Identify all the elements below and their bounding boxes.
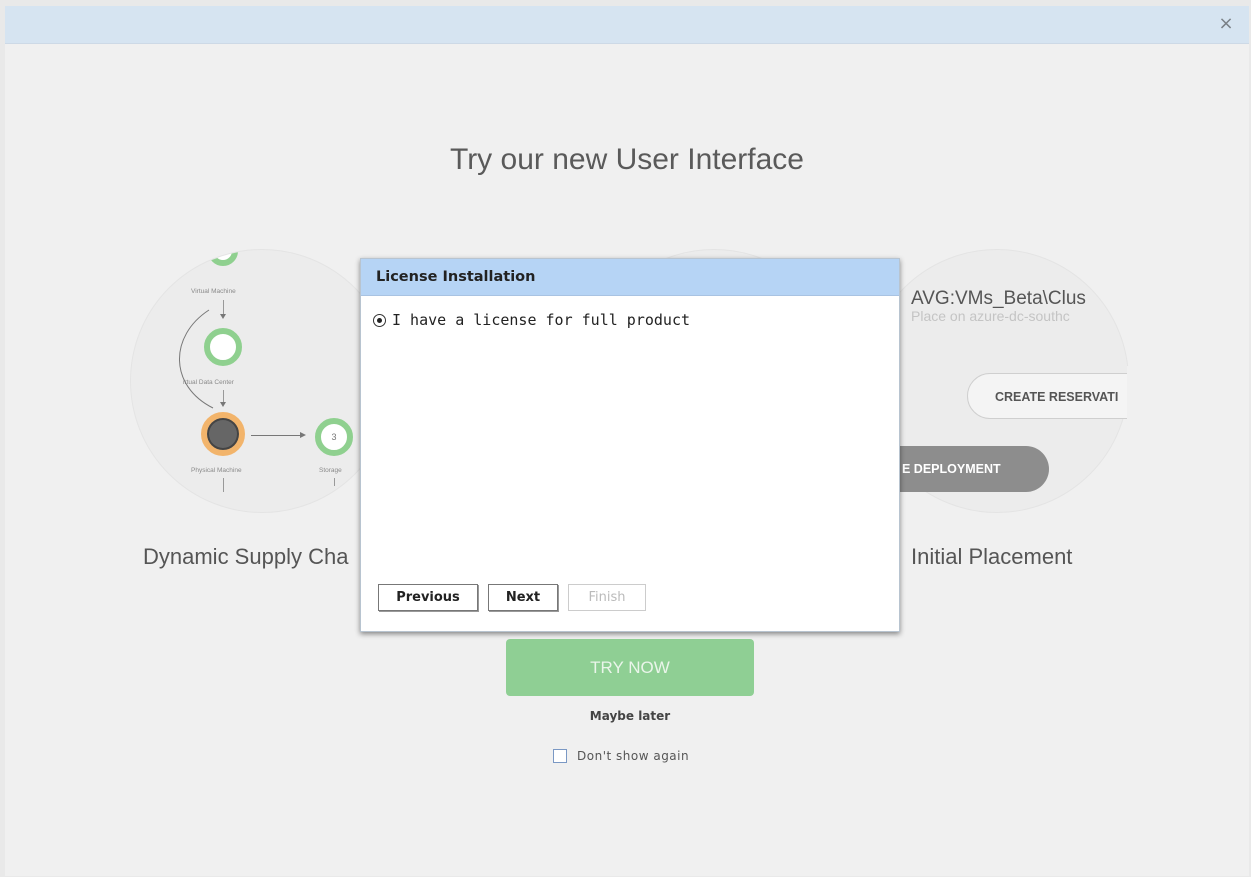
connector-line xyxy=(251,435,301,436)
virtual-machine-node-icon xyxy=(208,250,238,266)
physical-machine-node-icon xyxy=(201,412,245,456)
connector-line xyxy=(223,478,224,492)
radio-button[interactable] xyxy=(373,313,386,327)
previous-button[interactable]: Previous xyxy=(378,584,478,611)
bypass-arrow-icon xyxy=(179,309,214,409)
dont-show-again-label: Don't show again xyxy=(577,749,690,763)
storage-node-icon: 3 xyxy=(315,418,353,456)
connector-line xyxy=(334,478,335,486)
full-license-option[interactable]: I have a license for full product xyxy=(373,311,690,329)
vm-name: AVG:VMs_Beta\Clus xyxy=(911,288,1086,309)
radio-selected-dot xyxy=(377,317,382,323)
physical-machine-label: Physical Machine xyxy=(191,467,242,474)
arrow-right-icon xyxy=(300,432,306,438)
page-title: Try our new User Interface xyxy=(449,143,804,176)
next-button[interactable]: Next xyxy=(488,584,558,611)
try-now-button[interactable]: TRY NOW xyxy=(506,639,754,696)
overlay-header-bar: × xyxy=(5,6,1249,44)
feature-caption-supply-chain: Dynamic Supply Cha xyxy=(143,544,349,569)
feature-caption-initial-placement: Initial Placement xyxy=(911,544,1073,569)
finish-button: Finish xyxy=(568,584,646,611)
license-installation-dialog: License Installation I have a license fo… xyxy=(360,258,900,632)
supply-chain-illustration: Virtual Machine irtual Data Center 3 Phy… xyxy=(130,249,394,513)
storage-count: 3 xyxy=(331,432,337,442)
maybe-later-link[interactable]: Maybe later xyxy=(5,709,1249,723)
placement-target: Place on azure-dc-southc xyxy=(911,308,1070,324)
dialog-title: License Installation xyxy=(361,259,899,296)
dont-show-again-checkbox[interactable] xyxy=(553,749,567,763)
storage-label: Storage xyxy=(319,467,342,474)
close-icon[interactable]: × xyxy=(1215,12,1237,36)
dont-show-again-option[interactable]: Don't show again xyxy=(553,747,689,765)
full-license-label: I have a license for full product xyxy=(392,311,691,329)
virtual-machine-label: Virtual Machine xyxy=(191,288,236,295)
clip-mask xyxy=(1127,366,1249,426)
